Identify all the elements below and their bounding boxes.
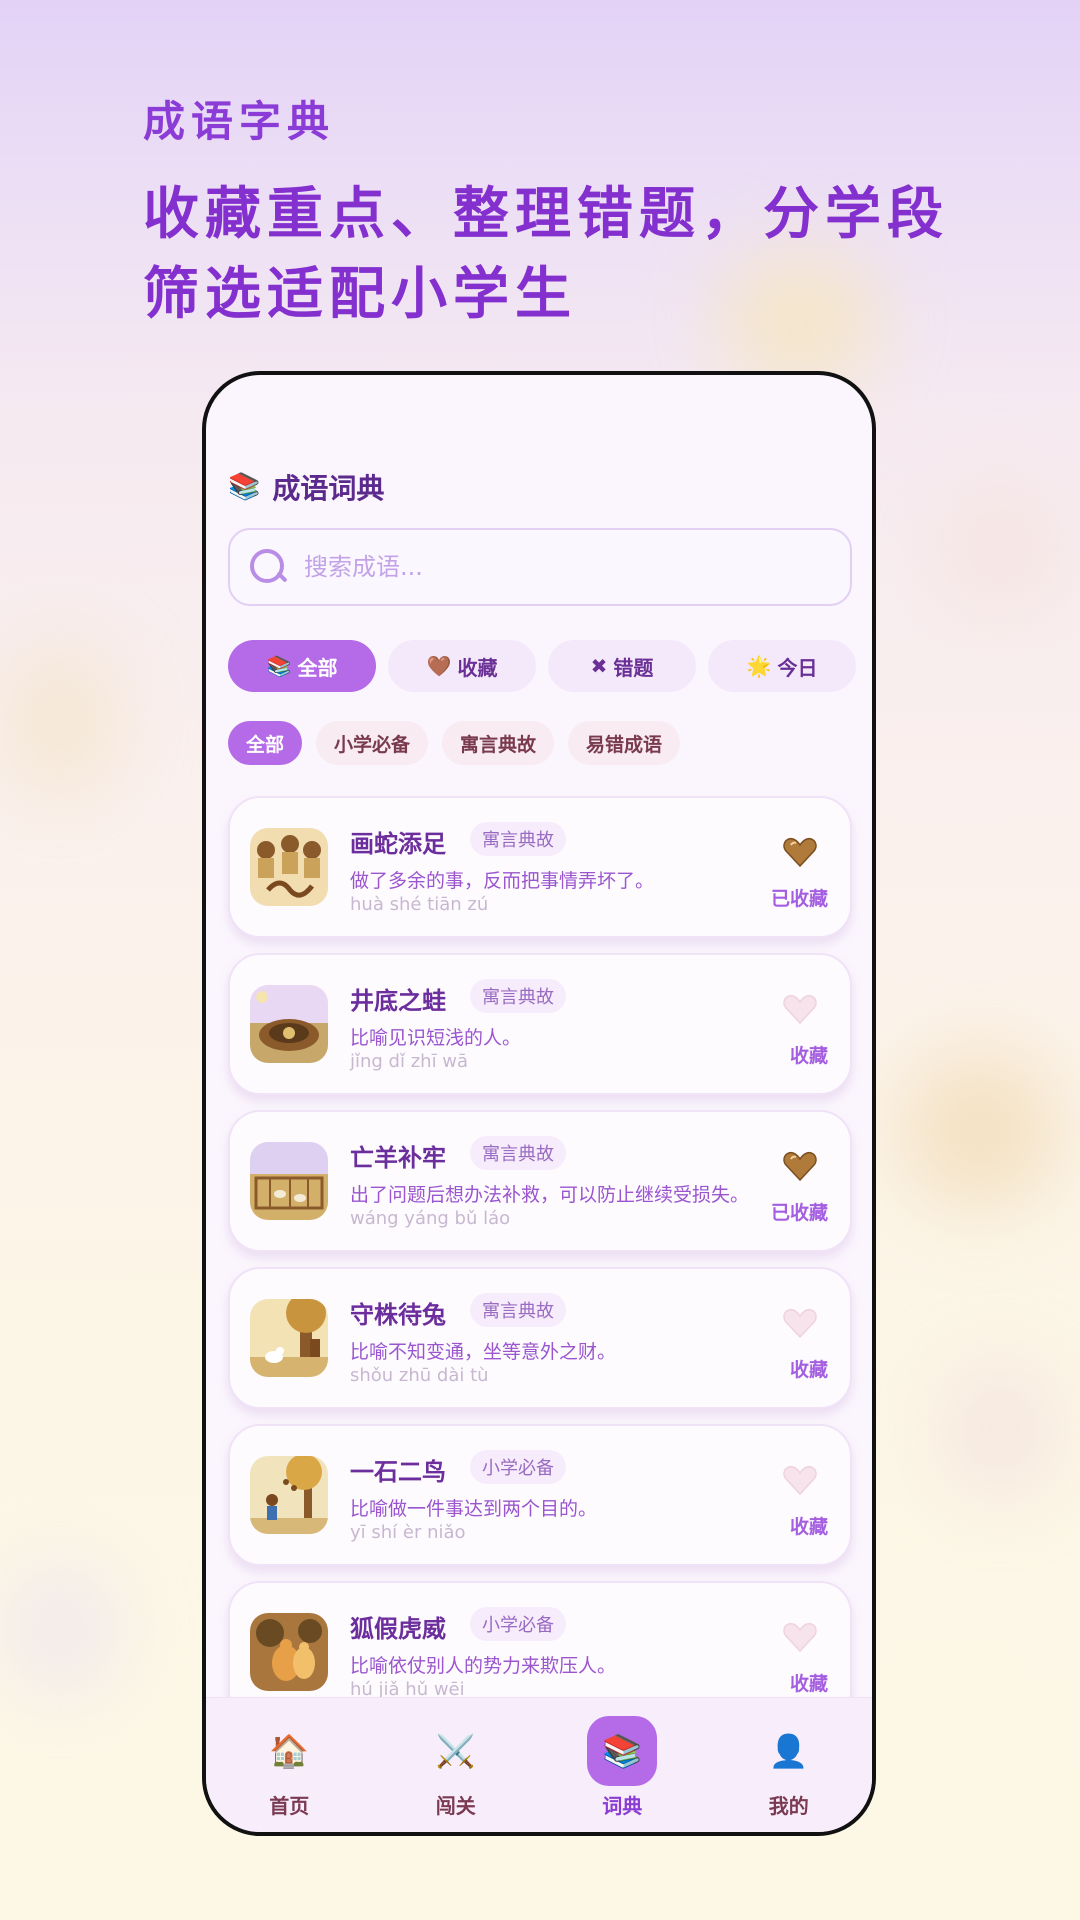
category-chip[interactable]: 寓言典故	[442, 721, 555, 765]
idiom-meaning: 做了多余的事，反而把事情弄坏了。	[350, 870, 655, 892]
nav-label: 闯关	[435, 1794, 476, 1818]
idiom-card[interactable]: 守株待兔 寓言典故比喻不知变通，坐等意外之财。 shǒu zhū dài tù 收藏	[228, 1267, 852, 1409]
idiom-illustration	[250, 1299, 328, 1377]
book-stack-icon: 📚	[228, 472, 261, 502]
tab-label: 全部	[297, 655, 338, 680]
nav-label: 首页	[269, 1794, 310, 1818]
idiom-name: 一石二鸟	[350, 1458, 446, 1486]
phone-frame: 📚 成语词典 📚全部🤎收藏✖错题🌟今日 全部小学必备寓言典故易错成语 画蛇添足寓…	[202, 371, 876, 1836]
favorite-button[interactable]: 收藏	[790, 1669, 828, 1696]
nav-item-dictionary[interactable]: 📚 词典	[539, 1698, 706, 1832]
idiom-meaning: 比喻不知变通，坐等意外之财。	[350, 1341, 617, 1363]
tab-all[interactable]: 📚 全部	[228, 640, 376, 692]
category-chip[interactable]: 小学必备	[316, 721, 429, 765]
background-blob	[900, 1050, 1060, 1210]
filter-tabs: 📚 全部 🤎 收藏 ✖ 错题 🌟 今日	[228, 640, 856, 692]
idiom-pinyin: jǐng dǐ zhī wā	[350, 1051, 469, 1072]
idiom-meaning: 比喻见识短浅的人。	[350, 1027, 522, 1049]
idiom-illustration	[250, 1142, 328, 1220]
user-icon: 👤	[768, 1732, 809, 1770]
book-stack-icon: 📚	[266, 654, 292, 678]
idiom-name: 狐假虎威	[350, 1615, 446, 1643]
idiom-meaning: 比喻依仗别人的势力来欺压人。	[350, 1655, 617, 1677]
search-icon	[250, 549, 288, 585]
search-bar[interactable]	[228, 528, 852, 606]
idiom-meaning: 比喻做一件事达到两个目的。	[350, 1498, 598, 1520]
background-blob	[940, 480, 1060, 620]
background-blob	[940, 1360, 1060, 1500]
background-blob	[0, 640, 120, 800]
tab-label: 收藏	[457, 655, 498, 680]
nav-label: 词典	[602, 1794, 643, 1818]
idiom-name: 井底之蛙	[350, 987, 446, 1015]
tab-favorites[interactable]: 🤎 收藏	[388, 640, 536, 692]
heart-icon[interactable]	[782, 1148, 818, 1184]
idiom-name: 守株待兔	[350, 1301, 446, 1329]
tab-label: 错题	[613, 655, 654, 680]
tab-today[interactable]: 🌟 今日	[708, 640, 856, 692]
idiom-card[interactable]: 一石二鸟 小学必备比喻做一件事达到两个目的。 yī shí èr niǎo 收藏	[228, 1424, 852, 1566]
idiom-name: 亡羊补牢	[350, 1144, 446, 1172]
idiom-list: 画蛇添足 寓言典故 做了多余的事，反而把事情弄坏了。 huà shé tiān zú 已…	[228, 796, 852, 1738]
nav-label: 我的	[768, 1794, 809, 1818]
heart-icon[interactable]	[782, 1619, 818, 1655]
app-screen: 📚 成语词典 📚全部🤎收藏✖错题🌟今日 全部小学必备寓言典故易错成语 画蛇添足寓…	[206, 375, 872, 1832]
idiom-illustration	[250, 1456, 328, 1534]
nav-item-home[interactable]: 🏠 首页	[206, 1698, 373, 1832]
promo-title: 收藏重点、整理错题，分学段筛选适配小学生	[143, 182, 949, 327]
category-chips: 全部 小学必备 寓言典故 易错成语	[228, 721, 681, 765]
cross-icon: ✖	[590, 654, 608, 678]
page-title: 成语词典	[272, 472, 385, 505]
idiom-card[interactable]: 亡羊补牢 寓言典故出了问题后想办法补救，可以防止继续受损失。 wáng yáng b…	[228, 1110, 852, 1252]
idiom-illustration	[250, 985, 328, 1063]
idiom-pinyin: huà shé tiān zú	[350, 894, 489, 915]
category-badge: 小学必备	[470, 1450, 566, 1484]
heart-icon[interactable]	[782, 991, 818, 1027]
crossed-swords-icon: ⚔️	[435, 1732, 476, 1770]
idiom-pinyin: yī shí èr niǎo	[350, 1522, 466, 1543]
category-chip[interactable]: 全部	[228, 721, 303, 765]
tab-label: 今日	[777, 655, 818, 680]
book-stack-icon: 📚	[587, 1716, 658, 1786]
category-badge: 寓言典故	[470, 979, 566, 1013]
promo-subtitle: 成语字典	[143, 97, 336, 146]
idiom-pinyin: shǒu zhū dài tù	[350, 1365, 489, 1386]
background-blob	[0, 1560, 120, 1700]
favorite-button[interactable]: 已收藏	[771, 884, 828, 911]
house-icon: 🏠	[269, 1732, 310, 1770]
favorite-button[interactable]: 收藏	[790, 1512, 828, 1539]
idiom-name: 画蛇添足	[350, 830, 446, 858]
search-input[interactable]	[302, 552, 826, 582]
favorite-button[interactable]: 收藏	[790, 1041, 828, 1068]
category-badge: 寓言典故	[470, 1293, 566, 1327]
favorite-button[interactable]: 已收藏	[771, 1198, 828, 1225]
idiom-meaning: 出了问题后想办法补救，可以防止继续受损失。	[350, 1184, 750, 1206]
category-badge: 寓言典故	[470, 822, 566, 856]
idiom-card[interactable]: 画蛇添足 寓言典故做了多余的事，反而把事情弄坏了。 huà shé tiān zú 已…	[228, 796, 852, 938]
favorite-button[interactable]: 收藏	[790, 1355, 828, 1382]
idiom-card[interactable]: 井底之蛙 寓言典故比喻见识短浅的人。 jǐng dǐ zhī wā 收藏	[228, 953, 852, 1095]
star-icon: 🌟	[746, 654, 772, 678]
idiom-illustration	[250, 828, 328, 906]
heart-icon[interactable]	[782, 1462, 818, 1498]
idiom-illustration	[250, 1613, 328, 1691]
idiom-pinyin: wáng yáng bǔ láo	[350, 1208, 511, 1229]
category-badge: 寓言典故	[470, 1136, 566, 1170]
bottom-nav: 🏠 首页 ⚔️ 闯关 📚 词典 👤 我的	[206, 1697, 872, 1832]
nav-item-challenge[interactable]: ⚔️ 闯关	[373, 1698, 540, 1832]
nav-item-profile[interactable]: 👤 我的	[706, 1698, 873, 1832]
heart-icon: 🤎	[426, 654, 452, 678]
tab-mistakes[interactable]: ✖ 错题	[548, 640, 696, 692]
category-chip[interactable]: 易错成语	[568, 721, 681, 765]
category-badge: 小学必备	[470, 1607, 566, 1641]
app-header: 📚 成语词典	[228, 467, 384, 507]
heart-icon[interactable]	[782, 1305, 818, 1341]
heart-icon[interactable]	[782, 834, 818, 870]
